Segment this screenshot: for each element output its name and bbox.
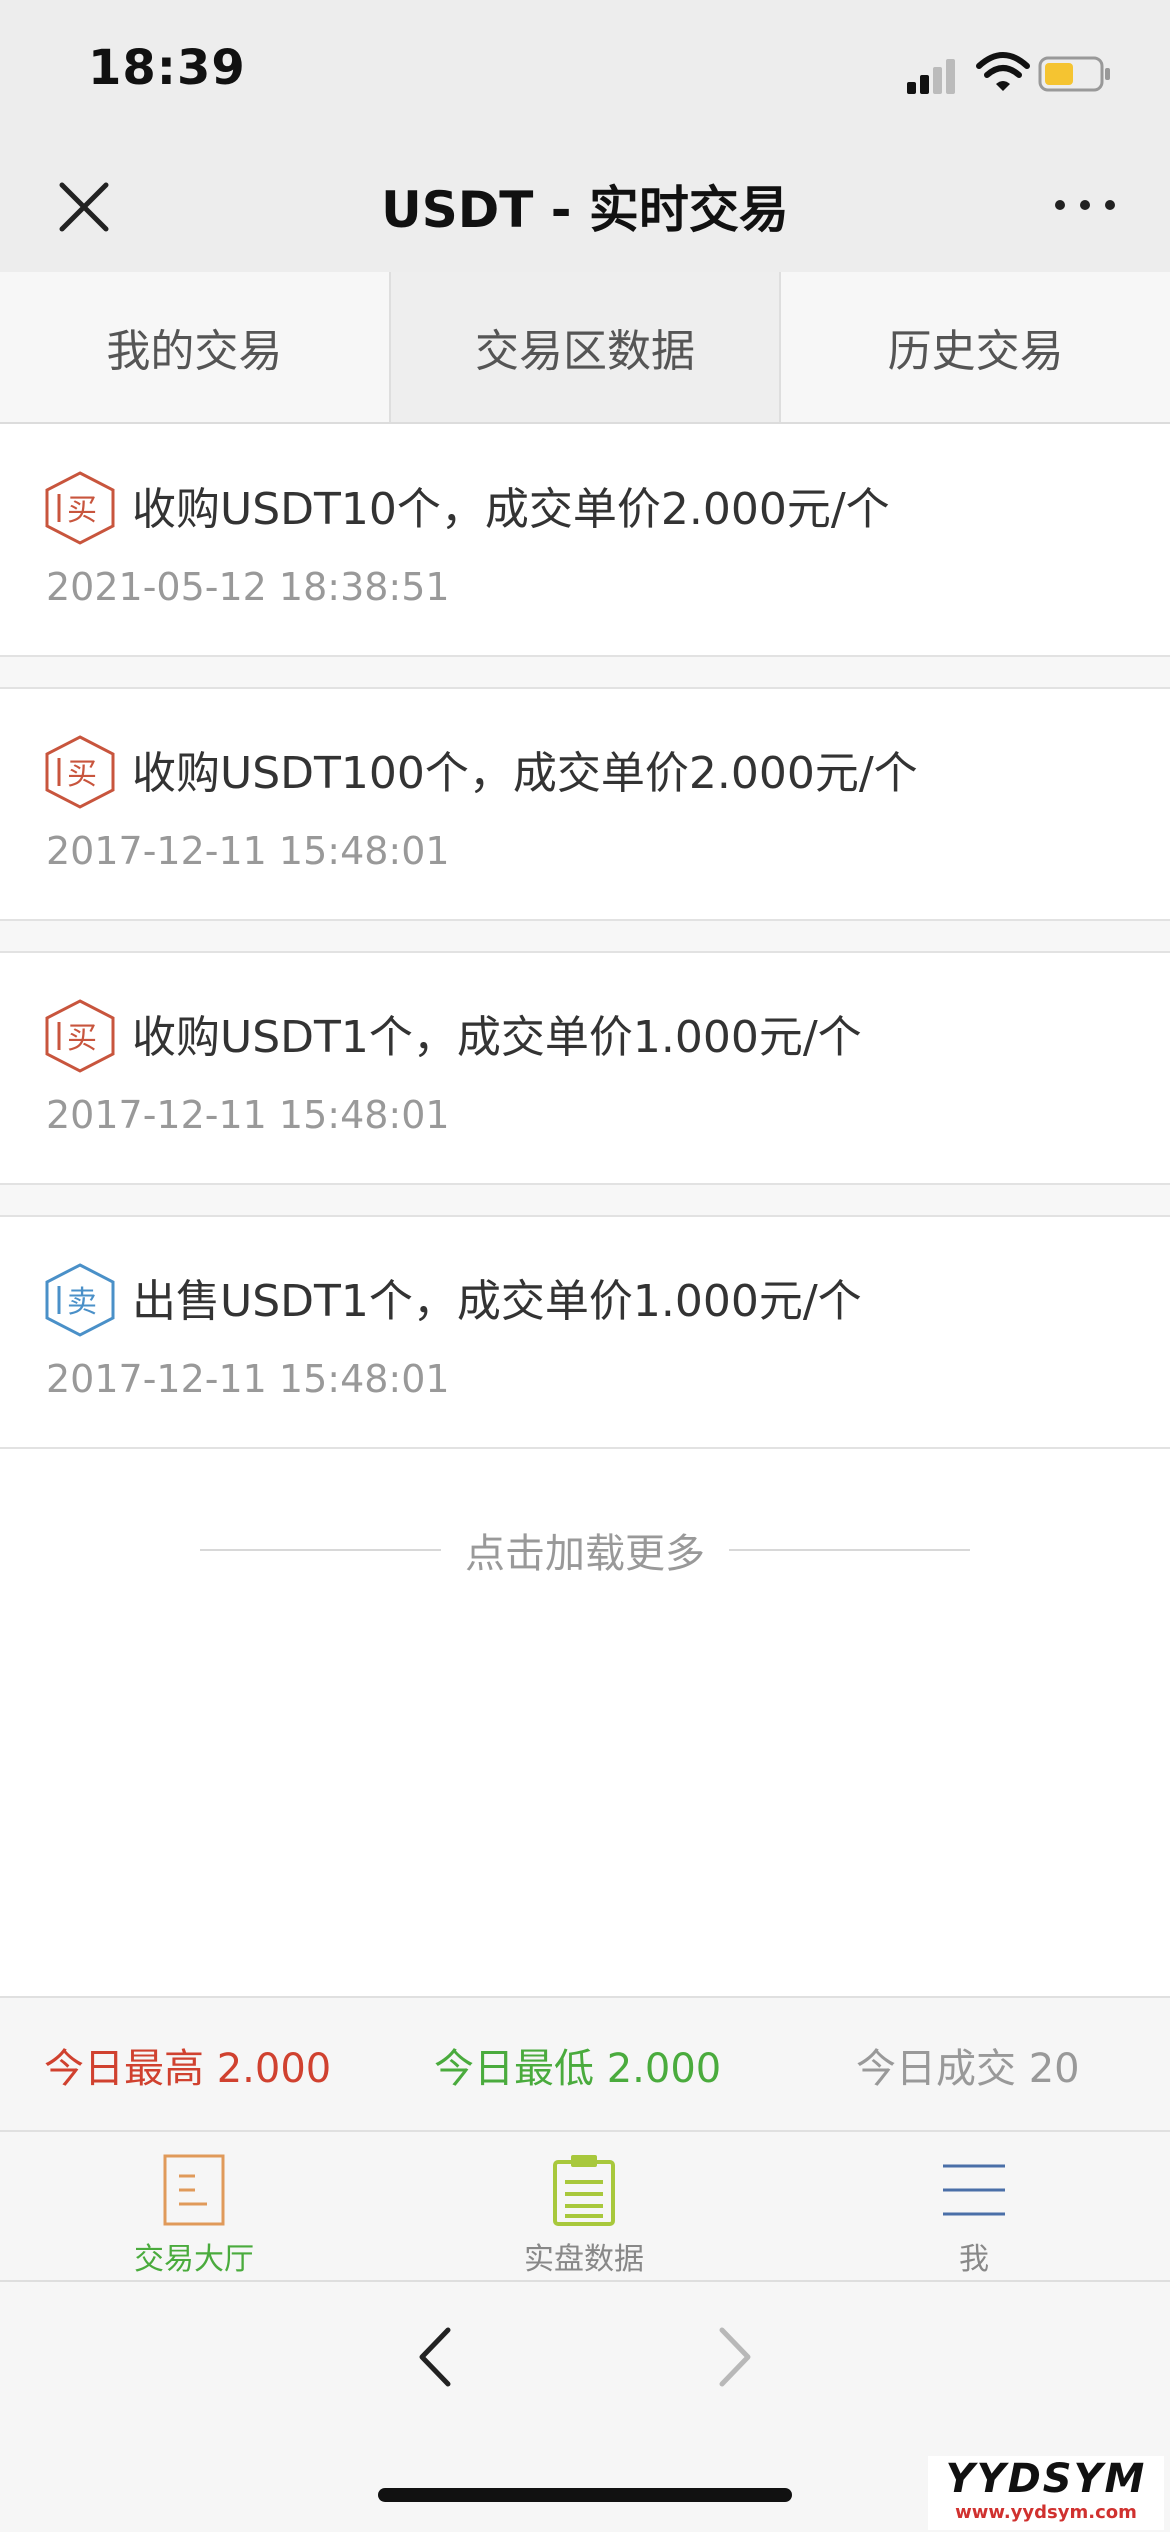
daily-volume: 今日成交 20 (856, 2046, 1080, 2092)
sell-badge-icon: 卖 (45, 1263, 115, 1337)
trade-record-text: 收购USDT10个，成交单价2.000元/个 (132, 484, 890, 535)
trade-record-time: 2017-12-11 15:48:01 (46, 829, 450, 873)
bottom-tab-live-data[interactable]: 实盘数据 (464, 2152, 704, 2278)
bottom-tab-me[interactable]: 我 (854, 2152, 1094, 2278)
bottom-tab-label: 我 (959, 2242, 989, 2277)
trade-record-text: 收购USDT100个，成交单价2.000元/个 (132, 748, 918, 799)
wifi-icon (976, 52, 1030, 91)
buy-badge-icon: 买 (45, 999, 115, 1073)
cellular-signal-icon (907, 59, 955, 94)
battery-icon (1038, 56, 1110, 92)
tab-trading-zone-data[interactable]: 交易区数据 (390, 272, 782, 422)
divider (0, 1185, 1170, 1217)
document-icon (163, 2154, 225, 2226)
back-chevron-icon[interactable] (410, 2322, 460, 2392)
bottom-tab-trading-hall[interactable]: 交易大厅 (74, 2152, 314, 2278)
load-more-button[interactable]: 点击加载更多 (200, 1520, 970, 1580)
svg-text:买: 买 (67, 493, 97, 528)
daily-low: 今日最低 2.000 (434, 2046, 722, 2092)
trade-record-text: 出售USDT1个，成交单价1.000元/个 (132, 1276, 862, 1327)
bottom-tab-label: 交易大厅 (134, 2242, 254, 2277)
load-more-label: 点击加载更多 (465, 1531, 705, 1577)
tab-trade-history[interactable]: 历史交易 (781, 272, 1170, 422)
buy-badge-icon: 买 (45, 735, 115, 809)
trade-record: 买 收购USDT100个，成交单价2.000元/个 2017-12-11 15:… (0, 689, 1170, 921)
daily-high: 今日最高 2.000 (44, 2046, 332, 2092)
divider (200, 1549, 441, 1551)
trade-record: 买 收购USDT1个，成交单价1.000元/个 2017-12-11 15:48… (0, 953, 1170, 1185)
trade-record-text: 收购USDT1个，成交单价1.000元/个 (132, 1012, 862, 1063)
buy-badge-icon: 买 (45, 471, 115, 545)
trade-record-list: 买 收购USDT10个，成交单价2.000元/个 2021-05-12 18:3… (0, 425, 1170, 1449)
bottom-tab-bar: 交易大厅 实盘数据 我 (0, 2132, 1170, 2282)
trade-record-time: 2017-12-11 15:48:01 (46, 1357, 450, 1401)
divider (729, 1549, 970, 1551)
trade-record-time: 2021-05-12 18:38:51 (46, 565, 450, 609)
home-indicator (378, 2488, 792, 2502)
more-options-icon[interactable] (1050, 190, 1120, 220)
svg-text:卖: 卖 (67, 1285, 97, 1320)
daily-stats-bar: 今日最高 2.000 今日最低 2.000 今日成交 20 (0, 1996, 1170, 2132)
bottom-tab-label: 实盘数据 (524, 2242, 644, 2277)
menu-icon (943, 2164, 1005, 2216)
watermark: YYDSYM www.yydsym.com (928, 2456, 1164, 2530)
svg-text:买: 买 (67, 1021, 97, 1056)
watermark-title: YYDSYM (945, 2456, 1147, 2502)
trade-record: 卖 出售USDT1个，成交单价1.000元/个 2017-12-11 15:48… (0, 1217, 1170, 1449)
trade-record: 买 收购USDT10个，成交单价2.000元/个 2021-05-12 18:3… (0, 425, 1170, 657)
status-time: 18:39 (88, 40, 246, 96)
divider (0, 657, 1170, 689)
forward-chevron-icon[interactable] (710, 2322, 760, 2392)
watermark-url: www.yydsym.com (955, 2502, 1137, 2523)
clipboard-icon (553, 2155, 615, 2226)
divider (0, 921, 1170, 953)
trade-record-time: 2017-12-11 15:48:01 (46, 1093, 450, 1137)
page-title: USDT - 实时交易 (381, 181, 789, 239)
tab-bar: 我的交易 交易区数据 历史交易 (0, 272, 1170, 424)
tab-my-trades[interactable]: 我的交易 (0, 272, 391, 422)
svg-text:买: 买 (67, 757, 97, 792)
